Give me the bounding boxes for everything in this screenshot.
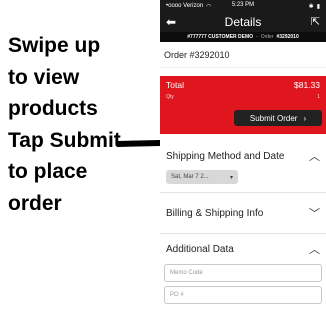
chevron-up-icon: ︿ bbox=[309, 244, 320, 256]
ship-date-value: Sat, Mar 7 2... bbox=[171, 174, 209, 180]
submit-order-label: Submit Order bbox=[249, 113, 298, 123]
subheader-separator: - bbox=[256, 34, 258, 40]
qty-value: 1 bbox=[317, 94, 320, 100]
instruction-line-1: Swipe up bbox=[8, 34, 101, 57]
order-subheader: #777777 CUSTOMER DEMO - Order #3292010 bbox=[160, 32, 326, 42]
chevron-right-icon: › bbox=[303, 113, 307, 123]
memo-code-input[interactable]: Memo Code bbox=[164, 264, 322, 282]
chevron-up-icon: ︿ bbox=[309, 151, 320, 163]
billing-section-title: Billing & Shipping Info bbox=[166, 207, 264, 219]
nav-bar: ⬅ Details ⇱ bbox=[160, 12, 326, 32]
divider bbox=[160, 192, 326, 193]
divider bbox=[160, 233, 326, 234]
total-panel: Total $81.33 Qty 1 Submit Order › bbox=[160, 76, 326, 134]
instructions-text: Swipe up to view products Tap Submit to … bbox=[8, 30, 158, 219]
share-icon[interactable]: ⇱ bbox=[311, 15, 320, 28]
shipping-section-title: Shipping Method and Date bbox=[166, 150, 285, 162]
billing-section-header[interactable]: Billing & Shipping Info ﹀ bbox=[160, 201, 326, 225]
instruction-line-3: products bbox=[8, 97, 98, 120]
status-time: 5:23 PM bbox=[231, 2, 255, 8]
customer-ref: #777777 CUSTOMER DEMO bbox=[187, 34, 254, 40]
additional-section-header[interactable]: Additional Data ︿ bbox=[160, 238, 326, 260]
qty-label: Qty bbox=[166, 94, 174, 100]
shipping-section-header[interactable]: Shipping Method and Date ︿ bbox=[160, 144, 326, 168]
page-title: Details bbox=[224, 15, 262, 29]
qty-row: Qty 1 bbox=[166, 94, 320, 100]
submit-order-button[interactable]: Submit Order › bbox=[234, 110, 322, 126]
instruction-line-5: to place bbox=[8, 160, 88, 183]
po-number-input[interactable]: PO # bbox=[164, 286, 322, 304]
ship-date-select[interactable]: Sat, Mar 7 2... ▾ bbox=[166, 170, 238, 184]
back-arrow-icon[interactable]: ⬅ bbox=[166, 15, 176, 29]
additional-section-title: Additional Data bbox=[166, 243, 234, 255]
subheader-order-id: #3292010 bbox=[276, 34, 299, 40]
total-amount: $81.33 bbox=[294, 80, 320, 90]
total-label: Total bbox=[166, 80, 184, 90]
subheader-order-label: Order bbox=[260, 34, 274, 40]
instruction-line-6: order bbox=[8, 191, 62, 215]
instruction-line-2: to view bbox=[8, 65, 80, 89]
total-row: Total $81.33 bbox=[166, 80, 320, 90]
order-number: Order #3292010 bbox=[160, 42, 326, 68]
phone-screen: •oooo Verizon ◠ ✱ ▮ 5:23 PM ⬅ Details ⇱ … bbox=[160, 0, 326, 310]
dropdown-caret-icon: ▾ bbox=[229, 174, 233, 181]
chevron-down-icon: ﹀ bbox=[309, 208, 320, 220]
